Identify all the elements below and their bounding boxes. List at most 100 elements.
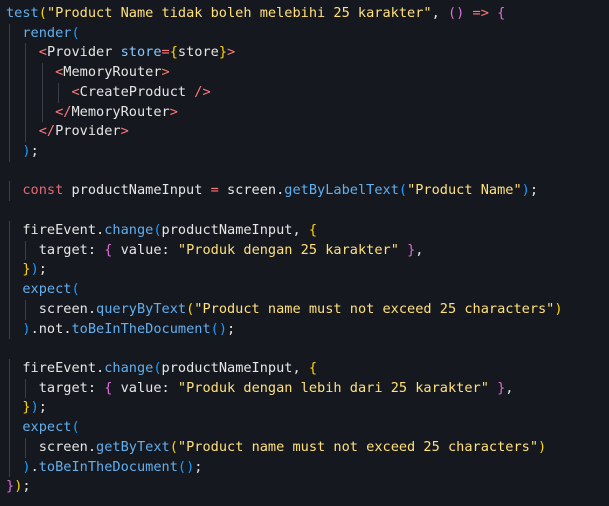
code-token: . — [87, 300, 97, 317]
indent-guide — [9, 240, 10, 261]
code-token: () — [447, 5, 465, 21]
code-token: { — [169, 44, 178, 61]
code-token: > — [227, 44, 236, 61]
code-token: } — [22, 261, 31, 278]
code-token: , — [292, 359, 309, 376]
code-token: store — [120, 44, 162, 61]
code-token: ) — [22, 320, 31, 337]
code-token: } — [22, 399, 31, 416]
code-token: value — [120, 241, 162, 258]
code-token: > — [169, 103, 178, 120]
code-line: screen.queryByText("Product name must no… — [0, 299, 609, 320]
code-token: ( — [398, 182, 408, 199]
code-token: < — [38, 44, 47, 61]
code-token: ) — [30, 261, 39, 278]
indent-guide — [9, 43, 10, 64]
code-token: () — [177, 458, 195, 475]
code-token: } — [218, 44, 228, 61]
code-token: ( — [71, 281, 80, 298]
code-token: : — [87, 379, 105, 396]
code-token: productNameInput — [161, 221, 293, 238]
code-token: = — [161, 44, 170, 61]
code-token: . — [30, 458, 39, 475]
code-token: change — [104, 359, 154, 376]
indent-guide — [9, 437, 10, 458]
code-token: Provider — [55, 123, 121, 140]
code-token: ; — [529, 182, 539, 199]
code-token: . — [96, 221, 105, 238]
code-token: const — [22, 182, 64, 199]
code-token: store — [177, 44, 219, 61]
indent-guide — [25, 378, 27, 399]
indent-guide — [9, 181, 10, 202]
code-token: queryByText — [96, 300, 187, 317]
code-token: "Produk dengan 25 karakter" — [177, 241, 399, 258]
indent-guide — [25, 299, 27, 320]
code-token: ( — [38, 5, 47, 21]
code-line: screen.getByText("Product name must not … — [0, 437, 609, 458]
code-line: const productNameInput = screen.getByLab… — [0, 181, 609, 202]
code-token: () — [210, 320, 228, 337]
code-token: Provider — [46, 44, 113, 61]
code-token: target — [38, 241, 88, 258]
code-token: MemoryRouter — [63, 64, 162, 81]
code-token: ( — [71, 24, 80, 41]
code-token: ) — [538, 438, 547, 455]
indent-guide — [9, 398, 10, 419]
code-token: ; — [194, 458, 203, 475]
code-token: productNameInput — [161, 359, 293, 376]
code-token: toBeInTheDocument — [38, 458, 178, 475]
code-editor[interactable]: test("Product Name tidak boleh melebihi … — [0, 0, 609, 506]
indent-guide — [9, 102, 10, 123]
code-token: . — [30, 320, 39, 337]
code-token: , — [292, 221, 309, 238]
code-token: ; — [30, 143, 39, 160]
indent-guide — [9, 220, 10, 241]
code-line: fireEvent.change(productNameInput, { — [0, 220, 609, 241]
code-token: { — [308, 359, 318, 376]
code-token: : — [161, 379, 178, 396]
code-token: not — [38, 320, 64, 337]
indent-guide — [9, 457, 10, 478]
indent-guide — [9, 299, 10, 320]
indent-guide — [9, 82, 10, 103]
code-token: </ — [38, 123, 56, 140]
code-line: target: { value: "Produk dengan 25 karak… — [0, 240, 609, 261]
code-line: </Provider> — [0, 122, 609, 143]
code-token: ) — [22, 143, 31, 160]
code-token: fireEvent — [22, 221, 97, 238]
code-token: "Produk dengan lebih dari 25 karakter" — [177, 379, 489, 396]
code-token: { — [497, 5, 506, 21]
code-token: "Product Name" — [407, 182, 522, 199]
code-token: } — [6, 478, 15, 495]
code-token: : — [161, 241, 178, 258]
indent-guide — [25, 43, 27, 64]
code-line: render( — [0, 23, 609, 44]
code-token: "Product name must not exceed 25 charact… — [177, 438, 539, 455]
code-token: = — [202, 182, 227, 199]
code-line: <CreateProduct /> — [0, 82, 609, 103]
code-token: . — [96, 359, 105, 376]
code-token: ( — [153, 359, 162, 376]
code-token: /> — [194, 83, 211, 100]
indent-guide — [9, 378, 10, 399]
indent-guide — [58, 82, 60, 103]
code-token: </ — [55, 103, 72, 120]
code-token: ( — [169, 438, 178, 455]
code-token: expect — [22, 419, 72, 436]
indent-guide — [25, 240, 27, 261]
code-line: }); — [0, 477, 609, 497]
code-token: screen — [38, 300, 88, 317]
code-token: : — [87, 241, 105, 258]
indent-guide — [41, 102, 43, 123]
code-line: test("Product Name tidak boleh melebihi … — [0, 4, 609, 24]
code-line: <MemoryRouter> — [0, 63, 609, 83]
code-token: , — [505, 379, 514, 396]
